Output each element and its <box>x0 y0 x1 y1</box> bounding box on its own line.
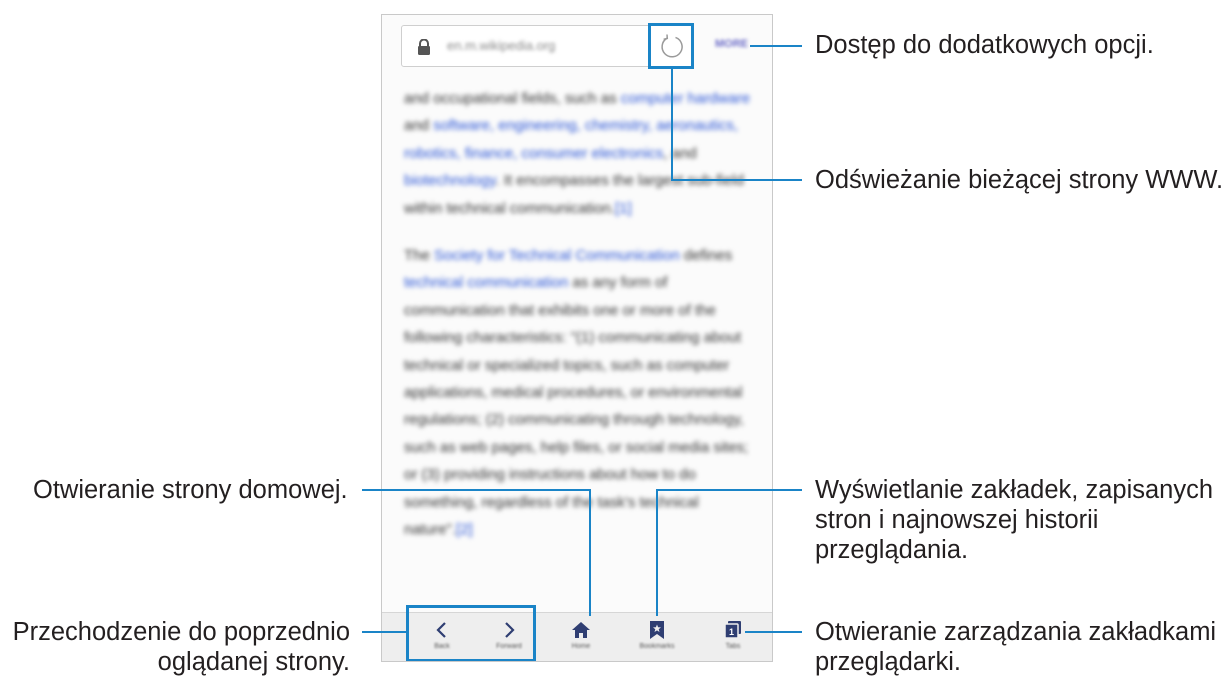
article-paragraph-2: The Society for Technical Communication … <box>404 242 754 543</box>
callout-line-refresh-horizontal <box>671 179 802 181</box>
callout-bookmarks-line-3: przeglądania. <box>815 536 969 564</box>
article-link[interactable]: Society for Technical Communication <box>434 247 680 264</box>
tabs-label: Tabs <box>725 643 741 650</box>
tabs-icon: 1 <box>724 621 741 639</box>
callout-line-bookmarks-horizontal <box>656 489 802 491</box>
browser-screenshot: en.m.wikipedia.org MORE and occupational… <box>381 14 773 662</box>
home-button[interactable]: Home <box>551 617 611 659</box>
tabs-button[interactable]: 1 Tabs <box>703 617 763 659</box>
home-icon <box>572 622 590 638</box>
callout-line-refresh-vertical <box>671 68 673 181</box>
home-label: Home <box>571 643 591 650</box>
callout-home: Otwieranie strony domowej. <box>33 476 348 504</box>
svg-text:1: 1 <box>729 627 734 637</box>
article-text: and occupational fields, such as <box>404 90 621 107</box>
chevron-left-icon <box>436 622 446 638</box>
callout-back-forward: Przechodzenie do poprzednio oglądanej st… <box>13 617 350 677</box>
callout-bookmarks-line-2: stron i najnowszej historii <box>815 506 1099 534</box>
forward-button[interactable]: Forward <box>479 617 539 659</box>
refresh-button[interactable] <box>648 23 694 69</box>
bookmarks-label: Bookmarks <box>639 643 675 650</box>
address-bar[interactable]: en.m.wikipedia.org <box>401 25 690 67</box>
article-link[interactable]: biotechnology <box>404 172 495 189</box>
bookmarks-button[interactable]: Bookmarks <box>627 617 687 659</box>
article-text: as any form of communication that exhibi… <box>404 274 749 539</box>
callout-back-forward-line-2: oglądanej strony. <box>157 648 350 676</box>
callout-line-bookmarks-vertical <box>656 489 658 616</box>
article-text: The <box>404 247 435 265</box>
article-link[interactable]: [1] <box>615 200 632 217</box>
callout-bookmarks: Wyświetlanie zakładek, zapisanych stron … <box>815 475 1213 565</box>
callout-line-tabs <box>745 631 802 633</box>
callout-line-home-horizontal <box>362 489 591 491</box>
forward-label: Forward <box>496 643 522 650</box>
callout-tabs-line-1: Otwieranie zarządzania zakładkami <box>815 618 1217 646</box>
article-link[interactable]: [2] <box>456 521 473 538</box>
callout-tabs-line-2: przeglądarki. <box>815 648 961 676</box>
lock-icon <box>418 39 430 55</box>
refresh-icon <box>661 34 683 58</box>
chevron-right-icon <box>505 622 515 638</box>
article-text: defines <box>679 247 733 265</box>
callout-bookmarks-line-1: Wyświetlanie zakładek, zapisanych <box>815 476 1214 504</box>
article-link[interactable]: computer hardware <box>621 90 750 107</box>
callout-more-options: Dostęp do dodatkowych opcji. <box>815 31 1154 59</box>
callout-tabs: Otwieranie zarządzania zakładkami przegl… <box>815 617 1216 677</box>
back-button[interactable]: Back <box>412 617 472 659</box>
back-label: Back <box>434 643 450 650</box>
article-text: and <box>404 117 434 135</box>
url-text: en.m.wikipedia.org <box>447 38 556 53</box>
callout-line-back-forward <box>362 631 408 633</box>
article-paragraph-1: and occupational fields, such as compute… <box>404 85 754 222</box>
article-text: , and <box>663 144 697 162</box>
more-button[interactable]: MORE <box>715 38 748 50</box>
callout-line-home-vertical <box>589 489 591 616</box>
bookmark-star-icon <box>650 621 664 639</box>
callout-back-forward-line-1: Przechodzenie do poprzednio <box>12 618 350 646</box>
callout-line-more <box>750 45 802 47</box>
page-content: and occupational fields, such as compute… <box>404 85 754 564</box>
article-link[interactable]: technical communication <box>404 274 568 291</box>
callout-refresh: Odświeżanie bieżącej strony WWW. <box>815 166 1224 194</box>
